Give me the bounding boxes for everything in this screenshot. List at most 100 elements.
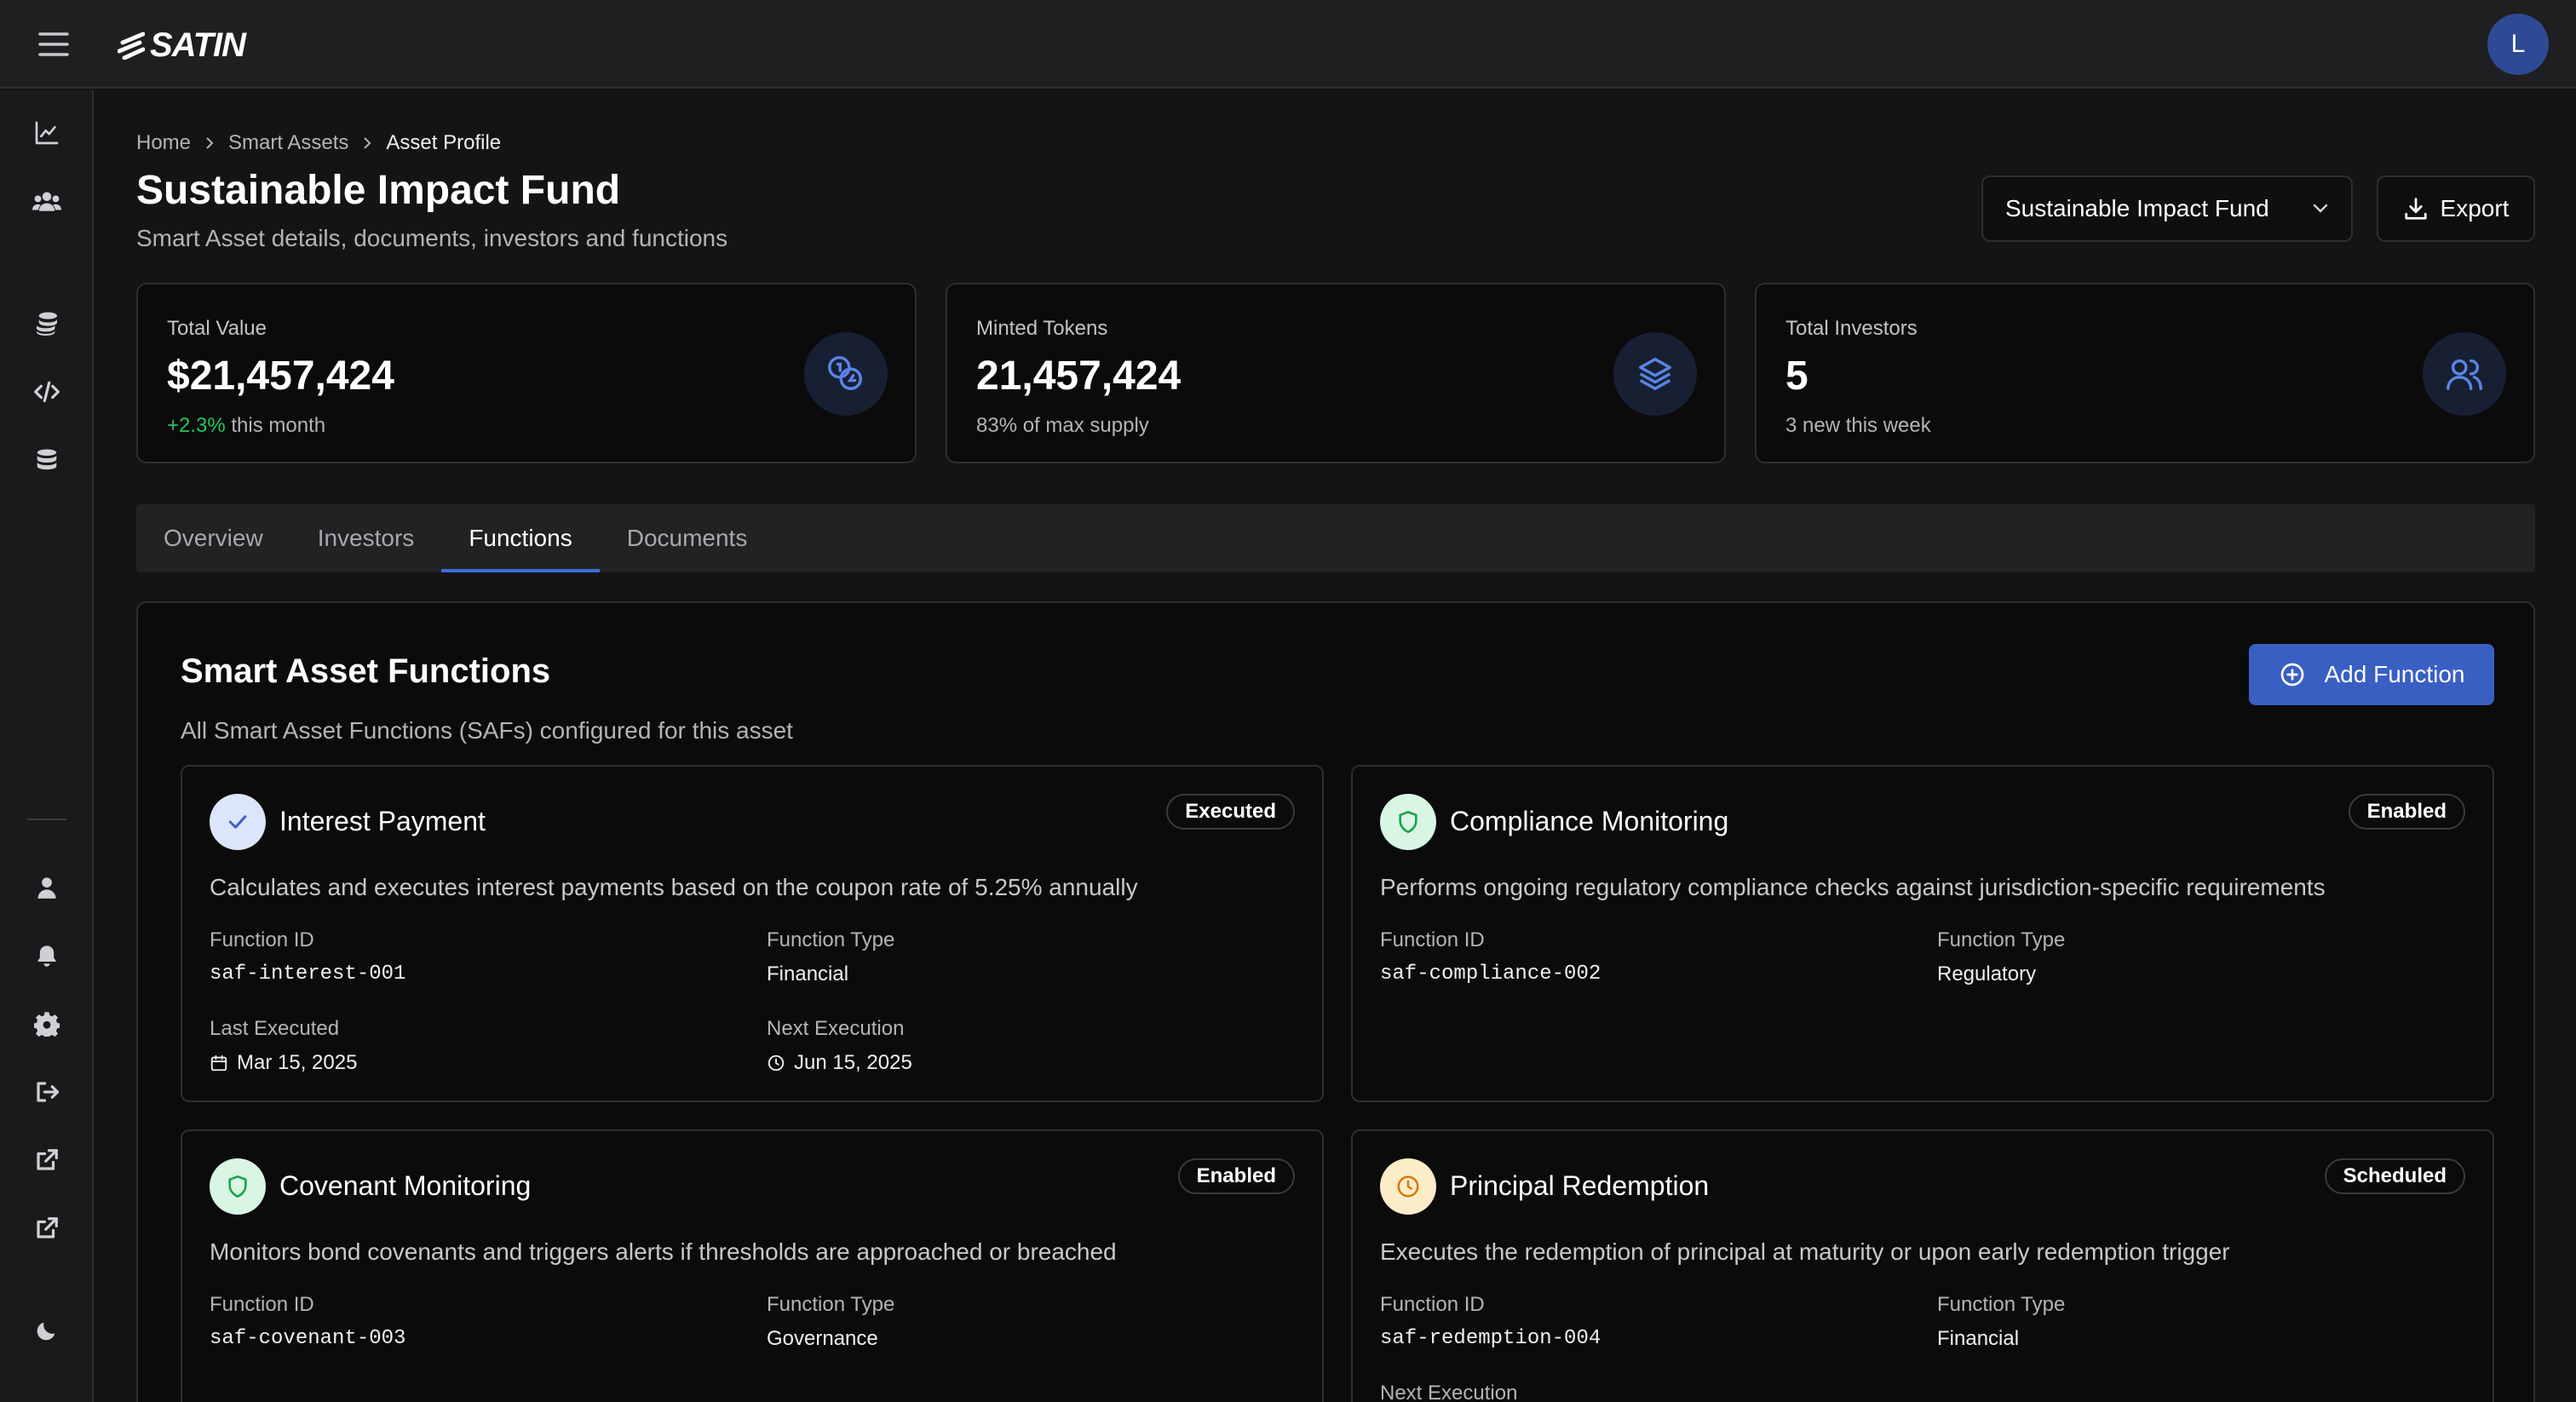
stat-note: 3 new this week	[1785, 414, 1931, 438]
function-name: Covenant Monitoring	[279, 1170, 532, 1201]
chevron-down-icon	[2313, 204, 2328, 213]
status-badge: Enabled	[1177, 1158, 1295, 1194]
hamburger-menu-icon[interactable]	[34, 26, 73, 63]
logout-icon[interactable]	[30, 1075, 64, 1109]
function-card-principal-redemption[interactable]: Principal Redemption Scheduled Executes …	[1351, 1129, 2494, 1402]
user-avatar[interactable]: L	[2487, 14, 2549, 75]
function-type-label: Function Type	[767, 1293, 895, 1316]
users-group-icon[interactable]	[30, 184, 64, 218]
stat-label: Total Value	[167, 317, 267, 340]
next-execution-value: Jun 15, 2025	[767, 1051, 912, 1075]
bell-icon[interactable]	[30, 939, 64, 973]
settings-gear-icon[interactable]	[30, 1007, 64, 1041]
page-title: Sustainable Impact Fund	[136, 168, 621, 213]
stat-change-positive: +2.3%	[167, 414, 226, 437]
function-id-value: saf-covenant-003	[210, 1327, 406, 1350]
breadcrumb-smart-assets[interactable]: Smart Assets	[228, 131, 348, 155]
layers-icon	[1613, 332, 1697, 416]
export-button[interactable]: Export	[2377, 175, 2535, 242]
panel-subtitle: All Smart Asset Functions (SAFs) configu…	[181, 717, 793, 744]
stat-value: $21,457,424	[167, 353, 394, 399]
coins-icon	[804, 332, 888, 416]
breadcrumb-home[interactable]: Home	[136, 131, 191, 155]
breadcrumb-asset-profile: Asset Profile	[386, 131, 502, 154]
user-icon[interactable]	[30, 871, 64, 905]
external-link-icon[interactable]	[30, 1143, 64, 1177]
left-nav-rail	[0, 90, 94, 1402]
tab-investors[interactable]: Investors	[290, 504, 442, 572]
next-execution-label: Next Execution	[1380, 1382, 1518, 1402]
last-executed-label: Last Executed	[210, 1017, 340, 1040]
function-id-label: Function ID	[210, 1293, 314, 1316]
function-type-label: Function Type	[1937, 1293, 2066, 1316]
function-name: Interest Payment	[279, 806, 486, 836]
function-card-interest-payment[interactable]: Interest Payment Executed Calculates and…	[181, 765, 1324, 1102]
stat-value: 21,457,424	[976, 353, 1182, 399]
coins-stack-icon[interactable]	[30, 307, 64, 341]
smart-asset-functions-panel: Smart Asset Functions All Smart Asset Fu…	[136, 601, 2535, 1402]
stat-card-total-value: Total Value $21,457,424 +2.3% this month	[136, 283, 917, 463]
function-type-label: Function Type	[1937, 928, 2066, 951]
function-name: Compliance Monitoring	[1450, 806, 1729, 836]
chevron-right-icon	[364, 137, 371, 149]
clock-icon	[768, 1054, 785, 1072]
function-description: Calculates and executes interest payment…	[210, 874, 1138, 900]
stat-label: Minted Tokens	[976, 317, 1108, 340]
stat-value: 5	[1785, 353, 1808, 399]
stat-label: Total Investors	[1785, 317, 1918, 340]
function-id-value: saf-redemption-004	[1380, 1327, 1601, 1350]
stat-note-text: this month	[225, 414, 326, 437]
database-icon[interactable]	[30, 443, 64, 477]
stat-note: +2.3% this month	[167, 414, 325, 438]
next-execution-date: Jun 15, 2025	[794, 1051, 912, 1074]
chart-line-icon[interactable]	[30, 116, 64, 150]
top-bar: SATIN L	[0, 0, 2576, 89]
function-id-value: saf-interest-001	[210, 962, 406, 985]
function-type-value: Financial	[1937, 1327, 2020, 1350]
add-function-button[interactable]: Add Function	[2249, 644, 2494, 705]
function-type-label: Function Type	[767, 928, 895, 951]
status-badge: Executed	[1166, 794, 1295, 830]
function-id-label: Function ID	[210, 928, 314, 951]
add-function-label: Add Function	[2324, 661, 2465, 687]
function-description: Monitors bond covenants and triggers ale…	[210, 1238, 1117, 1265]
last-executed-value: Mar 15, 2025	[210, 1051, 357, 1075]
breadcrumb: Home Smart Assets Asset Profile	[136, 131, 501, 155]
logo-text: SATIN	[150, 26, 246, 64]
status-badge: Enabled	[2348, 794, 2465, 830]
logo-mark-icon	[118, 32, 145, 60]
shield-icon	[1380, 794, 1436, 850]
tab-overview[interactable]: Overview	[136, 504, 290, 572]
users-icon	[2423, 332, 2506, 416]
chevron-right-icon	[206, 137, 214, 149]
dark-mode-moon-icon[interactable]	[30, 1313, 64, 1347]
stat-note-text: 83% of max supply	[976, 414, 1149, 437]
function-card-compliance-monitoring[interactable]: Compliance Monitoring Enabled Performs o…	[1351, 765, 2494, 1102]
tab-functions[interactable]: Functions	[441, 504, 601, 572]
check-icon	[210, 794, 266, 850]
function-type-value: Regulatory	[1937, 962, 2037, 985]
function-name: Principal Redemption	[1450, 1170, 1710, 1201]
function-card-covenant-monitoring[interactable]: Covenant Monitoring Enabled Monitors bon…	[181, 1129, 1324, 1402]
function-id-label: Function ID	[1380, 1293, 1485, 1316]
last-executed-date: Mar 15, 2025	[237, 1051, 358, 1074]
function-id-value: saf-compliance-002	[1380, 962, 1601, 985]
function-description: Performs ongoing regulatory compliance c…	[1380, 874, 2326, 900]
rail-divider	[27, 819, 66, 820]
function-type-value: Financial	[767, 962, 849, 985]
external-link-icon[interactable]	[30, 1211, 64, 1245]
shield-icon	[210, 1158, 266, 1215]
next-execution-label: Next Execution	[767, 1017, 905, 1040]
plus-circle-icon	[2280, 663, 2303, 687]
asset-selector-dropdown[interactable]: Sustainable Impact Fund	[1981, 175, 2353, 242]
code-icon[interactable]	[30, 375, 64, 409]
stat-note: 83% of max supply	[976, 414, 1149, 438]
stat-card-total-investors: Total Investors 5 3 new this week	[1755, 283, 2535, 463]
function-type-value: Governance	[767, 1327, 878, 1350]
download-icon	[2404, 198, 2427, 220]
stat-card-minted-tokens: Minted Tokens 21,457,424 83% of max supp…	[946, 283, 1726, 463]
tab-documents[interactable]: Documents	[600, 504, 775, 572]
logo[interactable]: SATIN	[118, 24, 246, 66]
status-badge: Scheduled	[2324, 1158, 2465, 1194]
function-description: Executes the redemption of principal at …	[1380, 1238, 2230, 1265]
